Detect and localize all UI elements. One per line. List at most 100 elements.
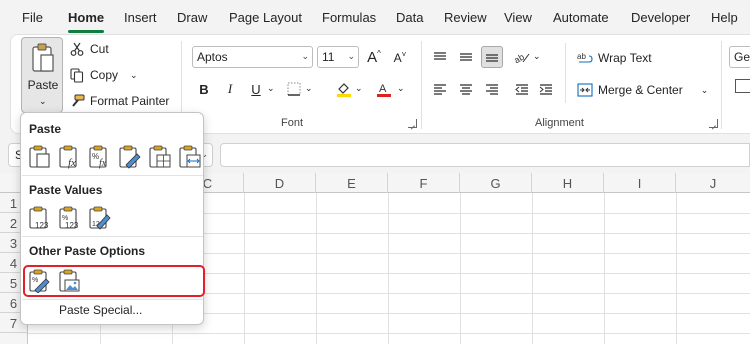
bold-button[interactable]: B [193,78,215,100]
borders-button[interactable] [283,78,305,100]
svg-text:123: 123 [35,221,49,230]
middle-align-button[interactable] [455,46,477,68]
wrap-text-button[interactable]: ab Wrap Text [577,50,652,66]
number-format-combobox[interactable]: Ger [729,46,750,68]
cut-label: Cut [90,42,109,56]
paste-icon[interactable] [27,145,53,169]
paste-special-menu-item[interactable]: Paste Special... [59,303,142,317]
row-header-8[interactable] [0,333,28,344]
column-header-i[interactable]: I [604,173,676,193]
align-right-button[interactable] [481,78,503,100]
decrease-indent-button[interactable] [511,78,533,100]
column-header-d[interactable]: D [244,173,316,193]
bottom-align-button[interactable] [481,46,503,68]
font-color-chevron-icon[interactable]: ⌄ [397,83,405,94]
column-header-h[interactable]: H [532,173,604,193]
merge-center-icon [577,82,593,98]
borders-chevron-icon[interactable]: ⌄ [305,83,313,94]
fill-color-icon [337,83,351,97]
orientation-button[interactable]: ab [511,46,533,68]
align-left-button[interactable] [429,78,451,100]
copy-chevron-icon[interactable]: ⌄ [130,70,138,81]
gridline [676,193,677,344]
increase-font-size-button[interactable]: A^ [363,46,385,68]
paste-formulas-icon[interactable]: fx [57,145,83,169]
tab-developer[interactable]: Developer [631,10,690,25]
tab-file[interactable]: File [22,10,43,25]
currency-icon[interactable] [735,79,750,93]
gridline [604,193,605,344]
paste-formulas-number-format-icon[interactable]: %fx [87,145,113,169]
gridline [460,193,461,344]
gridline [316,193,317,344]
align-left-icon [434,84,446,95]
format-painter-button[interactable]: Format Painter [69,93,169,109]
top-align-button[interactable] [429,46,451,68]
menu-separator [22,299,203,300]
italic-button[interactable]: I [219,78,241,100]
column-header-g[interactable]: G [460,173,532,193]
gridline [532,193,533,344]
tab-automate[interactable]: Automate [553,10,609,25]
paste-label: Paste [27,78,59,92]
borders-icon [287,82,301,96]
increase-indent-button[interactable] [535,78,557,100]
copy-button[interactable]: Copy ⌄ [69,67,138,83]
chevron-down-icon: ⌄ [301,51,309,61]
align-top-icon [434,52,446,60]
cut-button[interactable]: Cut [69,41,109,57]
orientation-chevron-icon[interactable]: ⌄ [533,51,541,62]
values-number-format-icon[interactable]: %123 [57,206,83,230]
underline-chevron-icon[interactable]: ⌄ [267,83,275,94]
tab-help[interactable]: Help [711,10,738,25]
column-header-e[interactable]: E [316,173,388,193]
merge-center-label: Merge & Center [598,83,683,97]
font-dialog-launcher-icon[interactable] [408,119,417,128]
align-middle-icon [460,53,472,61]
copy-label: Copy [90,68,119,82]
paste-values-section-title: Paste Values [29,183,103,197]
font-color-button[interactable]: A [373,78,395,100]
group-separator [421,41,422,129]
column-header-j[interactable]: J [676,173,750,193]
no-borders-icon[interactable] [147,145,173,169]
column-header-f[interactable]: F [388,173,460,193]
svg-text:123: 123 [65,221,79,230]
paste-values-icon[interactable]: 123 [27,206,53,230]
alignment-group-label: Alignment [535,117,584,129]
tab-review[interactable]: Review [444,10,487,25]
menu-separator [22,175,203,176]
menu-separator [22,236,203,237]
tab-insert[interactable]: Insert [124,10,157,25]
scissors-icon [69,41,85,57]
paste-dropdown-menu: Paste fx % fx Paste Values 123 % 123 12 Ot… [20,112,205,325]
align-center-button[interactable] [455,78,477,100]
svg-text:fx: fx [68,157,76,169]
tab-draw[interactable]: Draw [177,10,207,25]
tab-home[interactable]: Home [68,10,104,25]
chevron-down-icon: ⌄ [39,96,47,106]
active-tab-indicator [68,30,104,33]
merge-chevron-icon[interactable]: ⌄ [701,85,709,96]
formula-bar-input[interactable] [220,143,750,167]
font-size-combobox[interactable]: 11 ⌄ [317,46,359,68]
tab-page-layout[interactable]: Page Layout [229,10,302,25]
alignment-dialog-launcher-icon[interactable] [709,119,718,128]
align-bottom-icon [486,54,498,62]
align-center-icon [460,84,472,95]
paste-button[interactable]: Paste ⌄ [21,37,63,113]
svg-text:ab: ab [514,52,526,64]
font-name-combobox[interactable]: Aptos ⌄ [192,46,313,68]
tab-view[interactable]: View [504,10,532,25]
keep-column-widths-icon[interactable] [177,145,203,169]
fill-color-button[interactable] [333,78,355,100]
fill-color-chevron-icon[interactable]: ⌄ [355,83,363,94]
svg-text:A: A [379,83,387,95]
tab-formulas[interactable]: Formulas [322,10,376,25]
tab-data[interactable]: Data [396,10,423,25]
decrease-font-size-button[interactable]: A˅ [389,46,411,68]
underline-button[interactable]: U [245,78,267,100]
merge-center-button[interactable]: Merge & Center ⌄ [577,82,708,98]
values-source-formatting-icon[interactable]: 12 [87,206,113,230]
keep-source-formatting-icon[interactable] [117,145,143,169]
